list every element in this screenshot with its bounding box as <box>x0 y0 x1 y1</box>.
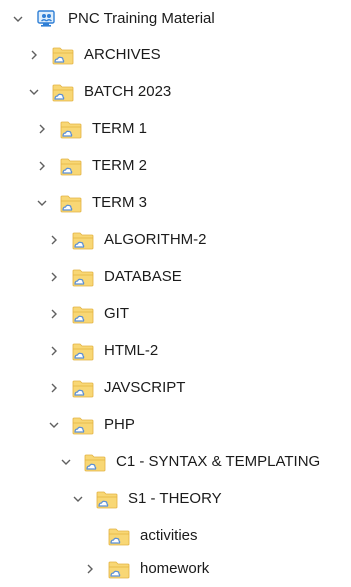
tree-item-label: TERM 1 <box>92 120 148 137</box>
tree-item-s1-theory[interactable]: S1 - THEORY <box>0 481 351 517</box>
chevron-down-icon[interactable] <box>44 415 64 435</box>
chevron-down-icon[interactable] <box>32 193 52 213</box>
cloud-folder-icon <box>60 155 82 177</box>
chevron-right-icon[interactable] <box>44 304 64 324</box>
tree-item-algorithm-2[interactable]: ALGORITHM-2 <box>0 222 351 258</box>
chevron-right-icon[interactable] <box>44 230 64 250</box>
chevron-right-icon[interactable] <box>44 267 64 287</box>
cloud-folder-icon <box>72 266 94 288</box>
cloud-folder-icon <box>72 303 94 325</box>
chevron-down-icon[interactable] <box>24 82 44 102</box>
chevron-right-icon[interactable] <box>44 378 64 398</box>
tree-item-term-1[interactable]: TERM 1 <box>0 111 351 147</box>
onedrive-computer-icon <box>36 8 58 30</box>
tree-item-label: PHP <box>104 416 135 433</box>
tree-item-pnc-training-material[interactable]: PNC Training Material <box>0 1 351 37</box>
tree-item-archives[interactable]: ARCHIVES <box>0 37 351 73</box>
tree-item-c1-syntax-templating[interactable]: C1 - SYNTAX & TEMPLATING <box>0 444 351 480</box>
tree-item-javscript[interactable]: JAVSCRIPT <box>0 370 351 406</box>
tree-item-html-2[interactable]: HTML-2 <box>0 333 351 369</box>
tree-item-label: PNC Training Material <box>68 10 215 27</box>
tree-item-label: TERM 3 <box>92 194 148 211</box>
tree-item-php[interactable]: PHP <box>0 407 351 443</box>
tree-item-label: activities <box>140 527 198 544</box>
tree-item-label: DATABASE <box>104 268 182 285</box>
cloud-folder-icon <box>96 488 118 510</box>
chevron-down-icon[interactable] <box>56 452 76 472</box>
tree-item-term-3[interactable]: TERM 3 <box>0 185 351 221</box>
tree-item-label: BATCH 2023 <box>84 83 172 100</box>
tree-item-label: JAVSCRIPT <box>104 379 186 396</box>
chevron-down-icon[interactable] <box>8 9 28 29</box>
cloud-folder-icon <box>72 340 94 362</box>
tree-item-label: TERM 2 <box>92 157 148 174</box>
cloud-folder-icon <box>72 377 94 399</box>
chevron-right-icon[interactable] <box>24 45 44 65</box>
chevron-down-icon[interactable] <box>68 489 88 509</box>
chevron-right-icon[interactable] <box>80 559 100 579</box>
tree-item-activities[interactable]: activities <box>0 518 351 554</box>
cloud-folder-icon <box>108 525 130 547</box>
tree-item-label: C1 - SYNTAX & TEMPLATING <box>116 453 321 470</box>
cloud-folder-icon <box>52 81 74 103</box>
chevron-right-icon[interactable] <box>32 119 52 139</box>
chevron-right-icon[interactable] <box>44 341 64 361</box>
cloud-folder-icon <box>72 414 94 436</box>
tree-item-label: S1 - THEORY <box>128 490 222 507</box>
cloud-folder-icon <box>52 44 74 66</box>
tree-item-database[interactable]: DATABASE <box>0 259 351 295</box>
tree-item-term-2[interactable]: TERM 2 <box>0 148 351 184</box>
cloud-folder-icon <box>72 229 94 251</box>
tree-item-label: ALGORITHM-2 <box>104 231 207 248</box>
tree-item-git[interactable]: GIT <box>0 296 351 332</box>
cloud-folder-icon <box>60 118 82 140</box>
chevron-right-icon[interactable] <box>32 156 52 176</box>
cloud-folder-icon <box>84 451 106 473</box>
tree-item-label: HTML-2 <box>104 342 159 359</box>
cloud-folder-icon <box>60 192 82 214</box>
tree-item-label: GIT <box>104 305 129 322</box>
tree-item-homework[interactable]: homework <box>0 551 351 587</box>
tree-item-label: homework <box>140 560 210 577</box>
navigation-tree: PNC Training Material ARCHIVES BATCH 202… <box>0 0 351 579</box>
tree-item-batch-2023[interactable]: BATCH 2023 <box>0 74 351 110</box>
tree-item-label: ARCHIVES <box>84 46 161 63</box>
